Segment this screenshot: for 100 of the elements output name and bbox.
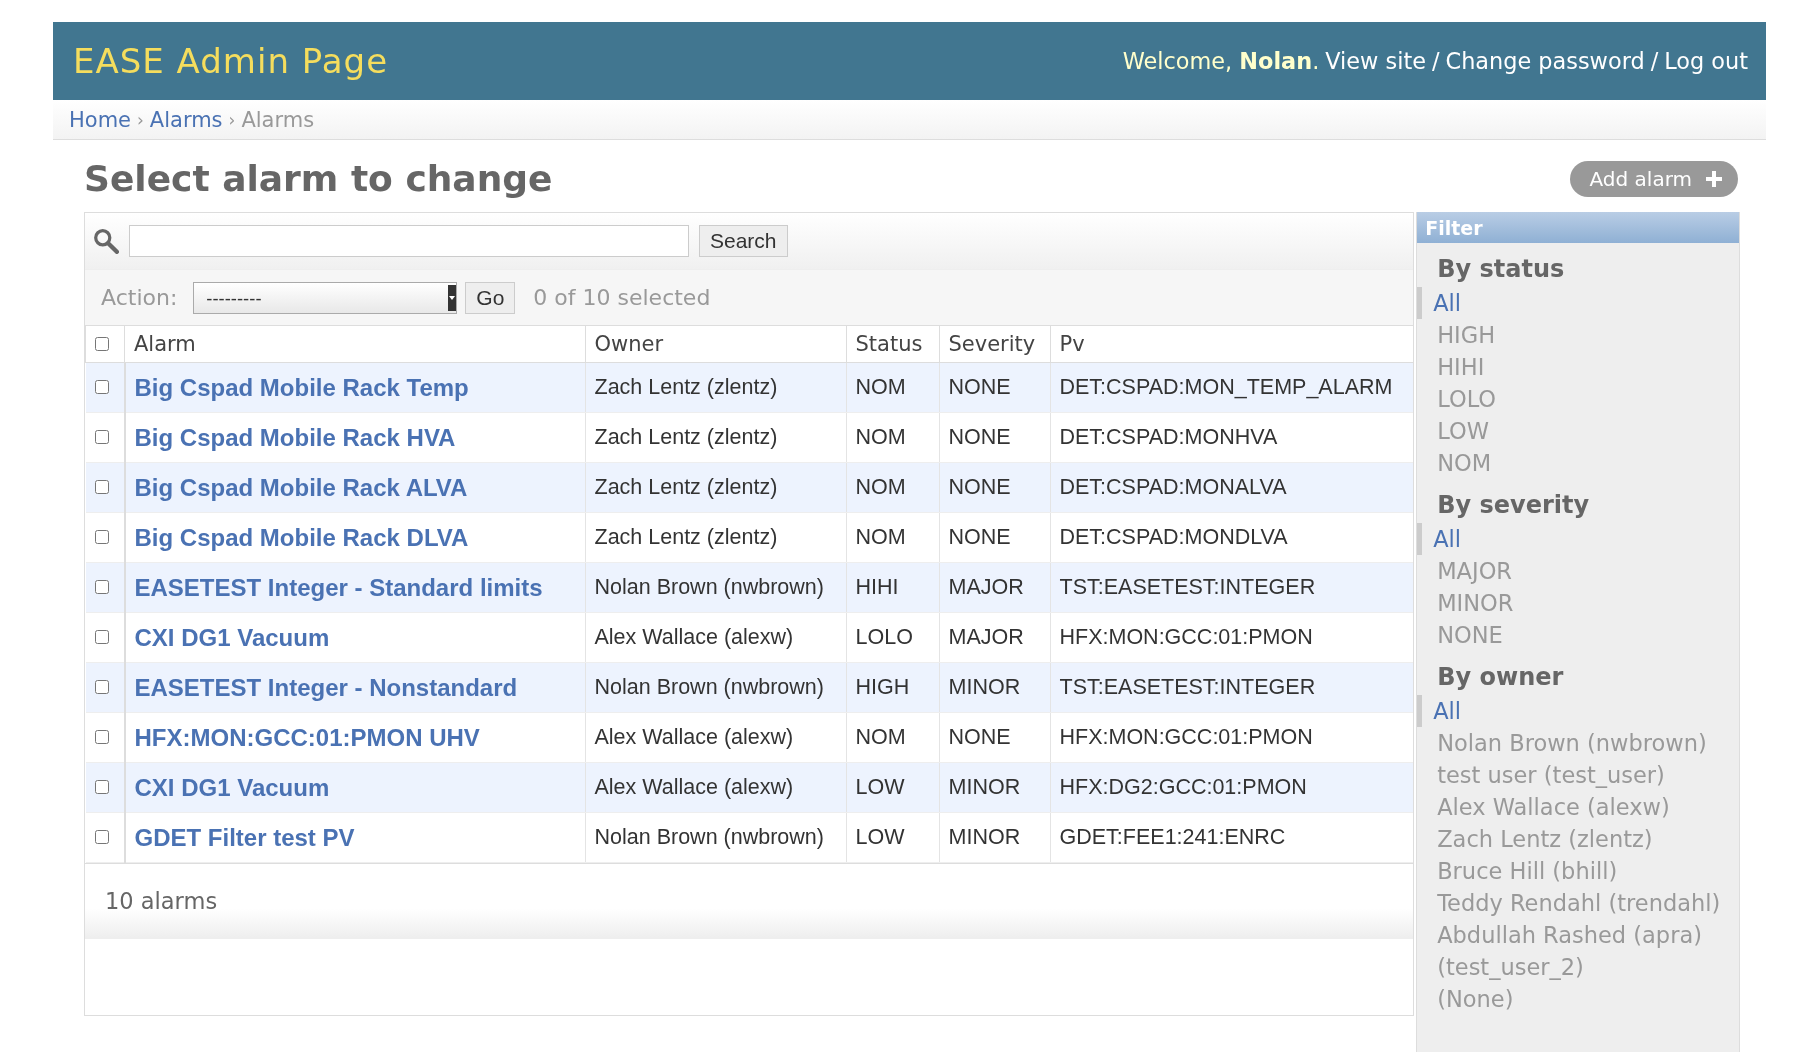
filter-option[interactable]: Teddy Rendahl (trendahl) — [1417, 887, 1721, 919]
link-separator: / — [1431, 48, 1440, 74]
filter-option[interactable]: (test_user_2) — [1417, 951, 1584, 983]
alarm-link[interactable]: Big Cspad Mobile Rack DLVA — [134, 523, 469, 551]
column-header[interactable]: Pv — [1050, 326, 1414, 363]
checkbox[interactable] — [94, 430, 109, 444]
table-cell: GDET:FEE1:241:ENRC — [1050, 812, 1414, 863]
table-cell: LOW — [846, 762, 939, 813]
table-cell: HIGH — [846, 662, 939, 713]
alarm-link[interactable]: Big Cspad Mobile Rack HVA — [134, 423, 456, 451]
filter-title: Filter — [1417, 212, 1739, 243]
table-cell: Nolan Brown (nwbrown) — [585, 562, 846, 613]
table-cell: Zach Lentz (zlentz) — [585, 462, 846, 513]
table-cell: NONE — [939, 462, 1050, 513]
link-separator: / — [1650, 48, 1659, 74]
alarm-link[interactable]: Big Cspad Mobile Rack ALVA — [134, 473, 468, 501]
table-cell: TST:EASETEST:INTEGER — [1050, 662, 1414, 713]
filter-option[interactable]: Zach Lentz (zlentz) — [1417, 823, 1653, 855]
page-title: Select alarm to change — [84, 156, 553, 199]
filter-heading: By owner — [1437, 663, 1565, 691]
table-cell: HFX:MON:GCC:01:PMON — [1050, 612, 1414, 663]
table-cell: Zach Lentz (zlentz) — [585, 412, 846, 463]
filter-option[interactable]: All — [1417, 695, 1462, 727]
table-cell: DET:CSPAD:MONDLVA — [1050, 512, 1414, 563]
table-cell: NONE — [939, 512, 1050, 563]
filter-option[interactable]: MAJOR — [1417, 555, 1512, 587]
table-cell: NONE — [939, 362, 1050, 413]
alarm-link[interactable]: CXI DG1 Vacuum — [134, 623, 330, 651]
checkbox[interactable] — [95, 337, 109, 351]
filter-option[interactable]: test user (test_user) — [1417, 759, 1665, 791]
checkbox[interactable] — [94, 780, 109, 794]
checkbox[interactable] — [94, 730, 109, 744]
table-cell: Alex Wallace (alexw) — [585, 762, 846, 813]
table-cell: Alex Wallace (alexw) — [585, 612, 846, 663]
table-cell: Zach Lentz (zlentz) — [585, 362, 846, 413]
checkbox[interactable] — [94, 830, 109, 844]
filter-option[interactable]: HIHI — [1417, 351, 1485, 383]
column-header[interactable]: Severity — [939, 326, 1050, 363]
table-cell: NOM — [846, 512, 939, 563]
filter-option[interactable]: All — [1417, 287, 1462, 319]
filter-option[interactable]: LOW — [1417, 415, 1489, 447]
table-cell: Nolan Brown (nwbrown) — [585, 812, 846, 863]
table-cell: MINOR — [939, 762, 1050, 813]
table-cell: HFX:DG2:GCC:01:PMON — [1050, 762, 1414, 813]
filter-option[interactable]: LOLO — [1417, 383, 1497, 415]
go-button[interactable]: Go — [465, 281, 516, 314]
filter-option[interactable]: NOM — [1417, 447, 1492, 479]
table-cell: NONE — [939, 712, 1050, 763]
column-header[interactable]: Status — [846, 326, 939, 363]
table-cell: MAJOR — [939, 612, 1050, 663]
search-field[interactable] — [129, 225, 689, 257]
checkbox[interactable] — [94, 630, 109, 644]
table-cell: NOM — [846, 712, 939, 763]
column-header[interactable]: Owner — [585, 326, 846, 363]
column-header[interactable]: Alarm — [124, 326, 585, 363]
filter-option[interactable]: Alex Wallace (alexw) — [1417, 791, 1670, 823]
alarm-link[interactable]: Big Cspad Mobile Rack Temp — [134, 373, 469, 401]
dropdown-caret-icon — [448, 284, 457, 311]
alarm-link[interactable]: CXI DG1 Vacuum — [134, 773, 330, 801]
table-cell: DET:CSPAD:MON_TEMP_ALARM — [1050, 362, 1414, 413]
filter-heading: By status — [1437, 255, 1566, 283]
table-cell: DET:CSPAD:MONHVA — [1050, 412, 1414, 463]
filter-option[interactable]: (None) — [1417, 983, 1514, 1015]
table-cell: NOM — [846, 462, 939, 513]
welcome-text: Welcome, Nolan. — [1122, 48, 1320, 74]
filter-option[interactable]: Nolan Brown (nwbrown) — [1417, 727, 1707, 759]
checkbox[interactable] — [94, 680, 109, 694]
search-icon — [93, 228, 119, 254]
alarm-link[interactable]: HFX:MON:GCC:01:PMON UHV — [134, 723, 480, 751]
checkbox[interactable] — [94, 580, 109, 594]
breadcrumb-link[interactable]: Home — [69, 107, 131, 132]
table-cell: HIHI — [846, 562, 939, 613]
alarm-link[interactable]: GDET Filter test PV — [134, 823, 355, 851]
alarm-link[interactable]: EASETEST Integer - Standard limits — [134, 573, 543, 601]
table-cell: MINOR — [939, 662, 1050, 713]
table-cell: MINOR — [939, 812, 1050, 863]
checkbox[interactable] — [94, 480, 109, 494]
breadcrumb-link[interactable]: Alarms — [149, 107, 223, 132]
search-button[interactable]: Search — [699, 225, 788, 257]
checkbox[interactable] — [94, 530, 109, 544]
alarm-link[interactable]: EASETEST Integer - Nonstandard — [134, 673, 518, 701]
table-cell: LOLO — [846, 612, 939, 663]
header-link[interactable]: Change password — [1445, 48, 1645, 74]
filter-option[interactable]: All — [1417, 523, 1462, 555]
breadcrumb-separator: › — [228, 109, 236, 130]
header-link[interactable]: View site — [1325, 48, 1426, 74]
filter-option[interactable]: HIGH — [1417, 319, 1496, 351]
add-button[interactable]: Add alarm — [1569, 161, 1738, 197]
table-cell: HFX:MON:GCC:01:PMON — [1050, 712, 1414, 763]
breadcrumb-separator: › — [137, 109, 144, 130]
filter-option[interactable]: NONE — [1417, 619, 1503, 651]
action-select[interactable]: --------- — [193, 281, 458, 314]
filter-option[interactable]: Abdullah Rashed (apra) — [1417, 919, 1702, 951]
checkbox[interactable] — [94, 380, 109, 394]
filter-option[interactable]: Bruce Hill (bhill) — [1417, 855, 1618, 887]
action-label: Action: — [101, 285, 178, 310]
filter-option[interactable]: MINOR — [1417, 587, 1514, 619]
table-cell: NOM — [846, 412, 939, 463]
header-link[interactable]: Log out — [1664, 48, 1748, 74]
filter-heading: By severity — [1437, 491, 1591, 519]
